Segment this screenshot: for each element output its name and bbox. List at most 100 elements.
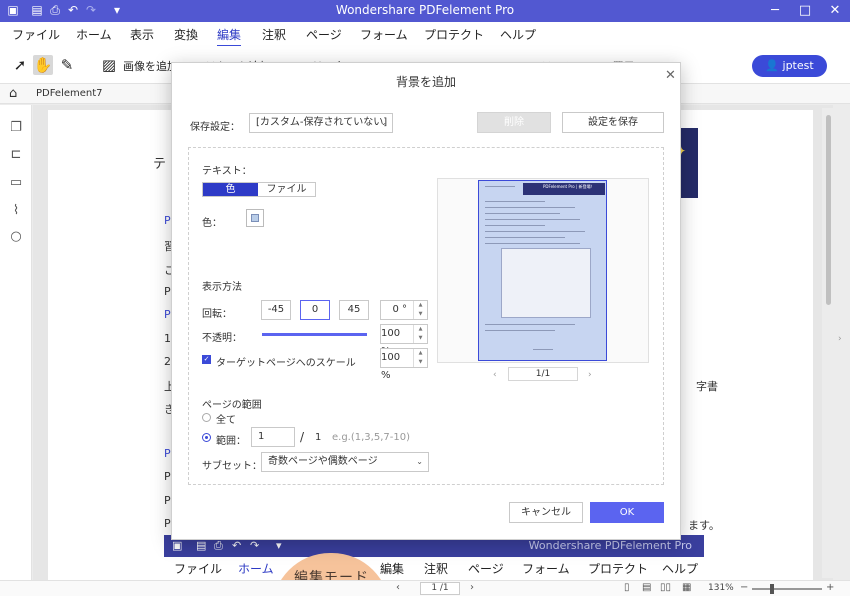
- two-page-view-icon[interactable]: ▯▯: [660, 582, 671, 593]
- zoom-level[interactable]: 131%: [708, 583, 734, 593]
- document-tab[interactable]: PDFelement7: [36, 88, 103, 99]
- delete-button[interactable]: 削除: [477, 112, 551, 133]
- save-settings-value: [カスタム-保存されていない]: [256, 117, 388, 128]
- rotation-label: 回転：: [202, 309, 232, 320]
- user-account-button[interactable]: 👤 jptest: [752, 55, 827, 77]
- embedded-save-icon: ▤: [196, 539, 207, 552]
- menu-edit[interactable]: 編集: [217, 26, 242, 47]
- user-name: jptest: [782, 59, 814, 72]
- panel-expand-arrow-icon[interactable]: ›: [838, 334, 842, 344]
- preview-next-icon[interactable]: ›: [588, 370, 592, 380]
- preview-page-number[interactable]: 1/1: [508, 367, 578, 381]
- page-number-field[interactable]: 1 /1: [420, 582, 460, 595]
- zoom-slider[interactable]: [752, 584, 822, 594]
- embedded-menu-item: 注釈: [424, 562, 449, 576]
- next-page-icon[interactable]: ›: [470, 582, 474, 593]
- menu-convert[interactable]: 変換: [174, 26, 198, 43]
- all-pages-radio[interactable]: [202, 413, 211, 422]
- minimize-button[interactable]: ─: [760, 0, 790, 22]
- menu-home[interactable]: ホーム: [76, 26, 112, 43]
- scale-input[interactable]: 100 % ▲ ▼: [380, 348, 428, 381]
- menu-page[interactable]: ページ: [306, 26, 342, 43]
- preview-text-line: [485, 324, 575, 325]
- menu-file[interactable]: ファイル: [12, 26, 60, 43]
- single-page-view-icon[interactable]: ▯: [624, 582, 630, 593]
- edit-icon[interactable]: ✎: [57, 55, 77, 75]
- dialog-close-icon[interactable]: ✕: [665, 68, 676, 83]
- search-icon[interactable]: ○: [8, 229, 24, 245]
- save-settings-button[interactable]: 設定を保存: [562, 112, 664, 133]
- source-file-tab[interactable]: ファイル: [258, 183, 315, 196]
- thumbnails-icon[interactable]: ❐: [8, 120, 24, 136]
- source-toggle[interactable]: 色 ファイル: [202, 182, 316, 197]
- spinner-arrows-icon[interactable]: ▲ ▼: [413, 301, 427, 319]
- attachment-icon[interactable]: ⌇: [8, 203, 24, 219]
- continuous-view-icon[interactable]: ▤: [642, 582, 651, 593]
- spinner-arrows-icon[interactable]: ▲ ▼: [413, 349, 427, 367]
- preview-text-line: [485, 219, 580, 220]
- preview-page: PDFelement Pro | 新登場！: [478, 180, 607, 361]
- menu-protect[interactable]: プロテクト: [424, 26, 484, 43]
- menu-view[interactable]: 表示: [130, 26, 154, 43]
- page-line: 1: [164, 332, 171, 345]
- menu-help[interactable]: ヘルプ: [500, 26, 536, 43]
- scrollbar-thumb[interactable]: [826, 115, 831, 305]
- zoom-slider-handle[interactable]: [770, 584, 774, 594]
- title-bar: ▣ ▤ ⎙ ↶ ↷ ▾ Wondershare PDFelement Pro ─…: [0, 0, 850, 22]
- user-icon: 👤: [765, 59, 780, 72]
- rotate-45-button[interactable]: 45: [339, 300, 369, 320]
- range-input[interactable]: 1: [251, 427, 295, 447]
- color-swatch: [251, 214, 259, 222]
- rotate-minus45-button[interactable]: -45: [261, 300, 291, 320]
- opacity-number: 100: [381, 328, 401, 339]
- source-color-tab[interactable]: 色: [203, 183, 258, 196]
- scale-checkbox[interactable]: ✓: [202, 355, 211, 364]
- dialog-title: 背景を追加: [395, 75, 456, 89]
- menu-form[interactable]: フォーム: [360, 26, 408, 43]
- scale-value: 100 %: [381, 349, 407, 385]
- subset-value: 奇数ページや偶数ページ: [268, 456, 378, 467]
- bookmark-icon[interactable]: ⊏: [8, 147, 24, 163]
- cancel-button[interactable]: キャンセル: [509, 502, 583, 523]
- scale-unit: %: [381, 370, 391, 381]
- image-icon[interactable]: ▨: [99, 55, 119, 75]
- page-line: P: [164, 285, 171, 298]
- opacity-slider[interactable]: [262, 333, 367, 336]
- hand-tool-icon[interactable]: ✋: [33, 55, 53, 75]
- range-radio[interactable]: [202, 433, 211, 442]
- rotation-angle-input[interactable]: 0 ° ▲ ▼: [380, 300, 428, 320]
- rotation-angle-value: 0 °: [392, 301, 407, 319]
- color-picker[interactable]: [246, 209, 264, 227]
- preview-text-line: [485, 201, 545, 202]
- page-line: 2: [164, 355, 171, 368]
- rotate-0-button[interactable]: 0: [300, 300, 330, 320]
- spinner-arrows-icon[interactable]: ▲ ▼: [413, 325, 427, 343]
- page-line: P: [164, 308, 171, 321]
- zoom-out-icon[interactable]: −: [740, 582, 748, 593]
- page-text-right: 字書: [696, 380, 718, 393]
- preview-text-line: [485, 186, 515, 187]
- scale-number: 100: [381, 352, 401, 363]
- preview-prev-icon[interactable]: ‹: [493, 370, 497, 380]
- home-icon[interactable]: ⌂: [9, 86, 17, 101]
- ok-button[interactable]: OK: [590, 502, 664, 523]
- page-line: P: [164, 447, 171, 460]
- embedded-menu-item: ファイル: [174, 562, 223, 576]
- comment-icon[interactable]: ▭: [8, 175, 24, 191]
- add-image-label[interactable]: 画像を追加: [123, 58, 178, 74]
- embedded-menu-item: ページ: [468, 562, 504, 576]
- range-label: 範囲：: [216, 436, 246, 447]
- two-page-continuous-icon[interactable]: ▦: [682, 582, 691, 593]
- embedded-undo-icon: ↶: [232, 539, 242, 552]
- subset-dropdown[interactable]: 奇数ページや偶数ページ ⌄: [261, 452, 429, 472]
- select-cursor-icon[interactable]: ➚: [10, 55, 30, 75]
- prev-page-icon[interactable]: ‹: [396, 582, 400, 593]
- maximize-button[interactable]: □: [790, 0, 820, 22]
- zoom-in-icon[interactable]: +: [826, 582, 834, 593]
- menu-comment[interactable]: 注釈: [262, 26, 286, 43]
- embedded-menu-item: プロテクト: [588, 562, 649, 576]
- embedded-dropdown-icon: ▾: [276, 539, 282, 552]
- close-window-button[interactable]: ✕: [820, 0, 850, 22]
- opacity-input[interactable]: 100 % ▲▼: [380, 324, 428, 357]
- save-settings-dropdown[interactable]: [カスタム-保存されていない] ⌄: [249, 113, 393, 133]
